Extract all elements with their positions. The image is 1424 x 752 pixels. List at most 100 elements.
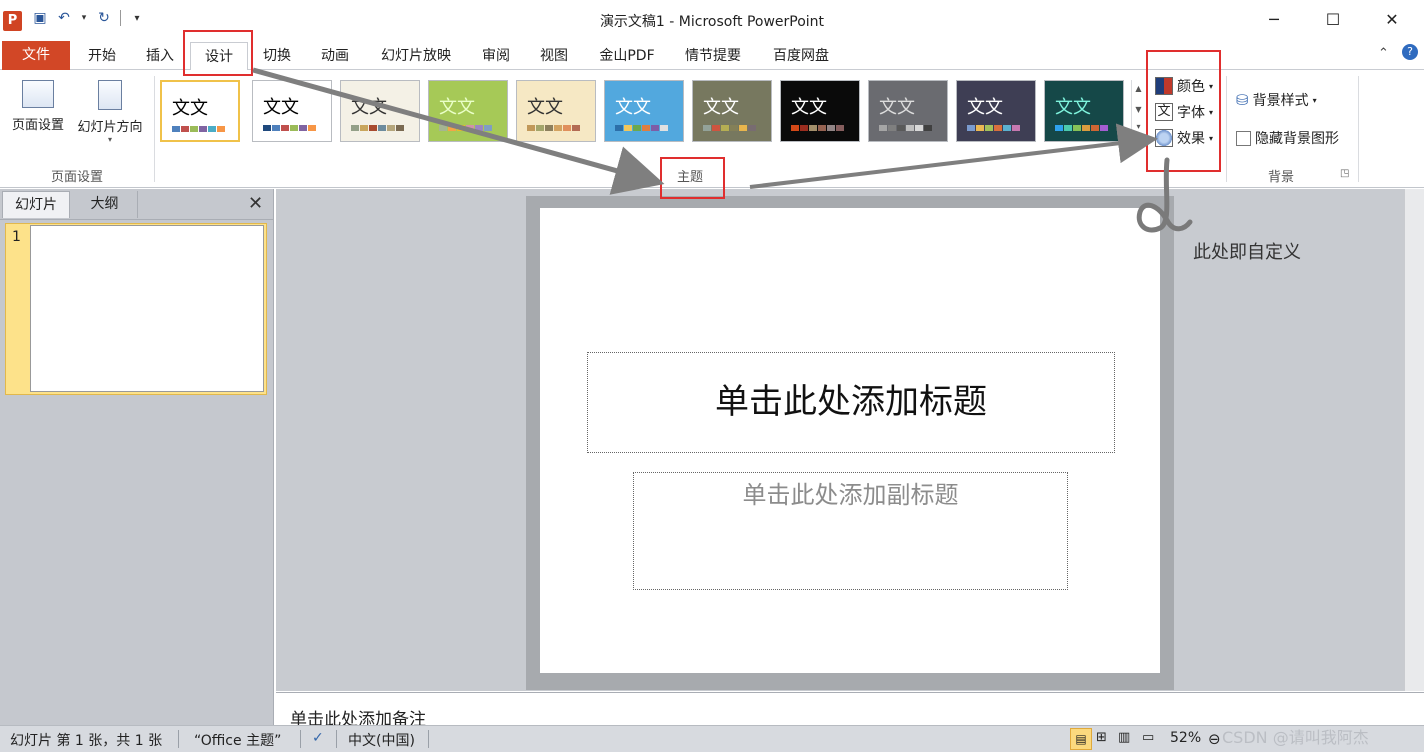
page-setup-icon <box>22 80 54 108</box>
paint-bucket-icon: ⛁ <box>1236 91 1249 109</box>
hide-background-graphics-label: 隐藏背景图形 <box>1255 131 1339 147</box>
slideshow-view-icon[interactable]: ▭ <box>1142 730 1154 745</box>
swatch <box>1003 125 1011 131</box>
swatch <box>897 125 905 131</box>
swatch <box>369 125 377 131</box>
swatch <box>615 125 623 131</box>
theme-color-swatches <box>172 126 225 132</box>
theme-sample-text: 文文 <box>351 97 387 118</box>
theme-color-swatches <box>527 125 580 131</box>
slide-sorter-icon[interactable]: ⊞ <box>1096 730 1107 745</box>
tab-insert[interactable]: 插入 <box>136 42 184 70</box>
tab-animations[interactable]: 动画 <box>311 42 359 70</box>
theme-thumbnail[interactable]: 文文 <box>428 80 508 142</box>
swatch <box>879 125 887 131</box>
spellcheck-icon[interactable]: ✓ <box>312 730 324 746</box>
gallery-more-icon[interactable]: ▾ <box>1132 122 1145 131</box>
zoom-out-icon[interactable]: ⊖ <box>1208 730 1221 748</box>
watermark: CSDN @请叫我阿杰 <box>1222 728 1369 747</box>
slide-count-status: 幻灯片 第 1 张，共 1 张 <box>10 733 163 749</box>
reading-view-icon[interactable]: ▥ <box>1118 730 1130 745</box>
tab-outline[interactable]: 大纲 <box>72 191 138 218</box>
help-icon[interactable]: ? <box>1402 44 1418 60</box>
hide-background-graphics-checkbox[interactable]: 隐藏背景图形 <box>1236 128 1339 148</box>
tab-slideshow[interactable]: 幻灯片放映 <box>370 42 462 70</box>
swatch <box>660 125 668 131</box>
swatch <box>967 125 975 131</box>
tab-storyboard[interactable]: 情节提要 <box>674 42 752 70</box>
theme-status[interactable]: “Office 主题” <box>194 730 281 750</box>
gallery-down-icon[interactable]: ▼ <box>1132 105 1145 114</box>
tab-view[interactable]: 视图 <box>530 42 578 70</box>
theme-thumbnail[interactable]: 文文 <box>692 80 772 142</box>
swatch <box>396 125 404 131</box>
swatch <box>624 125 632 131</box>
swatch <box>572 125 580 131</box>
swatch <box>217 126 225 132</box>
minimize-button[interactable]: ─ <box>1254 6 1294 34</box>
theme-thumbnail[interactable]: 文文 <box>160 80 240 142</box>
gallery-scroll[interactable]: ▲ ▼ ▾ <box>1131 80 1145 142</box>
normal-view-icon[interactable]: ▤ <box>1070 728 1092 750</box>
swatch <box>299 125 307 131</box>
swatch <box>827 125 835 131</box>
tab-review[interactable]: 审阅 <box>472 42 520 70</box>
swatch <box>1055 125 1063 131</box>
language-status[interactable]: 中文(中国) <box>348 730 415 750</box>
page-setup-button[interactable]: 页面设置 <box>6 80 70 133</box>
background-styles-button[interactable]: ⛁ 背景样式 ▾ <box>1236 90 1317 110</box>
subtitle-placeholder[interactable]: 单击此处添加副标题 <box>633 472 1068 590</box>
slide-orientation-button[interactable]: 幻灯片方向 ▾ <box>72 80 148 144</box>
theme-thumbnail[interactable]: 文文 <box>956 80 1036 142</box>
swatch <box>208 126 216 132</box>
theme-thumbnail[interactable]: 文文 <box>604 80 684 142</box>
theme-thumbnail[interactable]: 文文 <box>340 80 420 142</box>
gallery-up-icon[interactable]: ▲ <box>1132 84 1145 93</box>
swatch <box>633 125 641 131</box>
swatch <box>387 125 395 131</box>
theme-sample-text: 文文 <box>1055 97 1091 118</box>
checkbox-icon[interactable] <box>1236 130 1251 146</box>
swatch <box>190 126 198 132</box>
theme-color-swatches <box>1055 125 1108 131</box>
maximize-button[interactable]: ☐ <box>1313 6 1353 34</box>
theme-thumbnail[interactable]: 文文 <box>868 80 948 142</box>
swatch <box>281 125 289 131</box>
swatch <box>1091 125 1099 131</box>
status-divider <box>336 730 337 748</box>
dialog-launcher-icon[interactable]: ◳ <box>1340 168 1349 179</box>
theme-thumbnail[interactable]: 文文 <box>516 80 596 142</box>
page-setup-label: 页面设置 <box>11 118 64 133</box>
swatch <box>360 125 368 131</box>
swatch <box>536 125 544 131</box>
zoom-level[interactable]: 52% <box>1170 730 1201 746</box>
title-placeholder[interactable]: 单击此处添加标题 <box>587 352 1115 453</box>
tab-baidu-netdisk[interactable]: 百度网盘 <box>762 42 840 70</box>
group-divider <box>154 76 155 182</box>
tab-slides[interactable]: 幻灯片 <box>2 191 70 218</box>
tab-home[interactable]: 开始 <box>78 42 126 70</box>
theme-thumbnail[interactable]: 文文 <box>1044 80 1124 142</box>
design-tab-highlight <box>183 30 253 76</box>
swatch <box>172 126 180 132</box>
slide-thumbnail[interactable] <box>30 225 264 392</box>
slide-number: 1 <box>12 229 21 245</box>
vertical-scrollbar[interactable] <box>1404 189 1424 691</box>
swatch <box>836 125 844 131</box>
tab-transitions[interactable]: 切换 <box>254 42 300 70</box>
chevron-down-icon: ▾ <box>107 135 112 144</box>
tab-kingsoft-pdf[interactable]: 金山PDF <box>588 42 666 70</box>
swatch <box>448 125 456 131</box>
theme-thumbnail[interactable]: 文文 <box>780 80 860 142</box>
close-pane-icon[interactable]: ✕ <box>248 193 263 214</box>
theme-sample-text: 文文 <box>263 97 299 118</box>
tab-file[interactable]: 文件 <box>2 41 70 70</box>
close-button[interactable]: ✕ <box>1372 6 1412 34</box>
chevron-down-icon: ▾ <box>1312 95 1317 105</box>
notes-pane[interactable]: 单击此处添加备注 <box>276 692 1424 730</box>
theme-color-swatches <box>791 125 844 131</box>
swatch <box>263 125 271 131</box>
swatch <box>985 125 993 131</box>
theme-thumbnail[interactable]: 文文 <box>252 80 332 142</box>
minimize-ribbon-icon[interactable]: ⌃ <box>1378 46 1389 61</box>
